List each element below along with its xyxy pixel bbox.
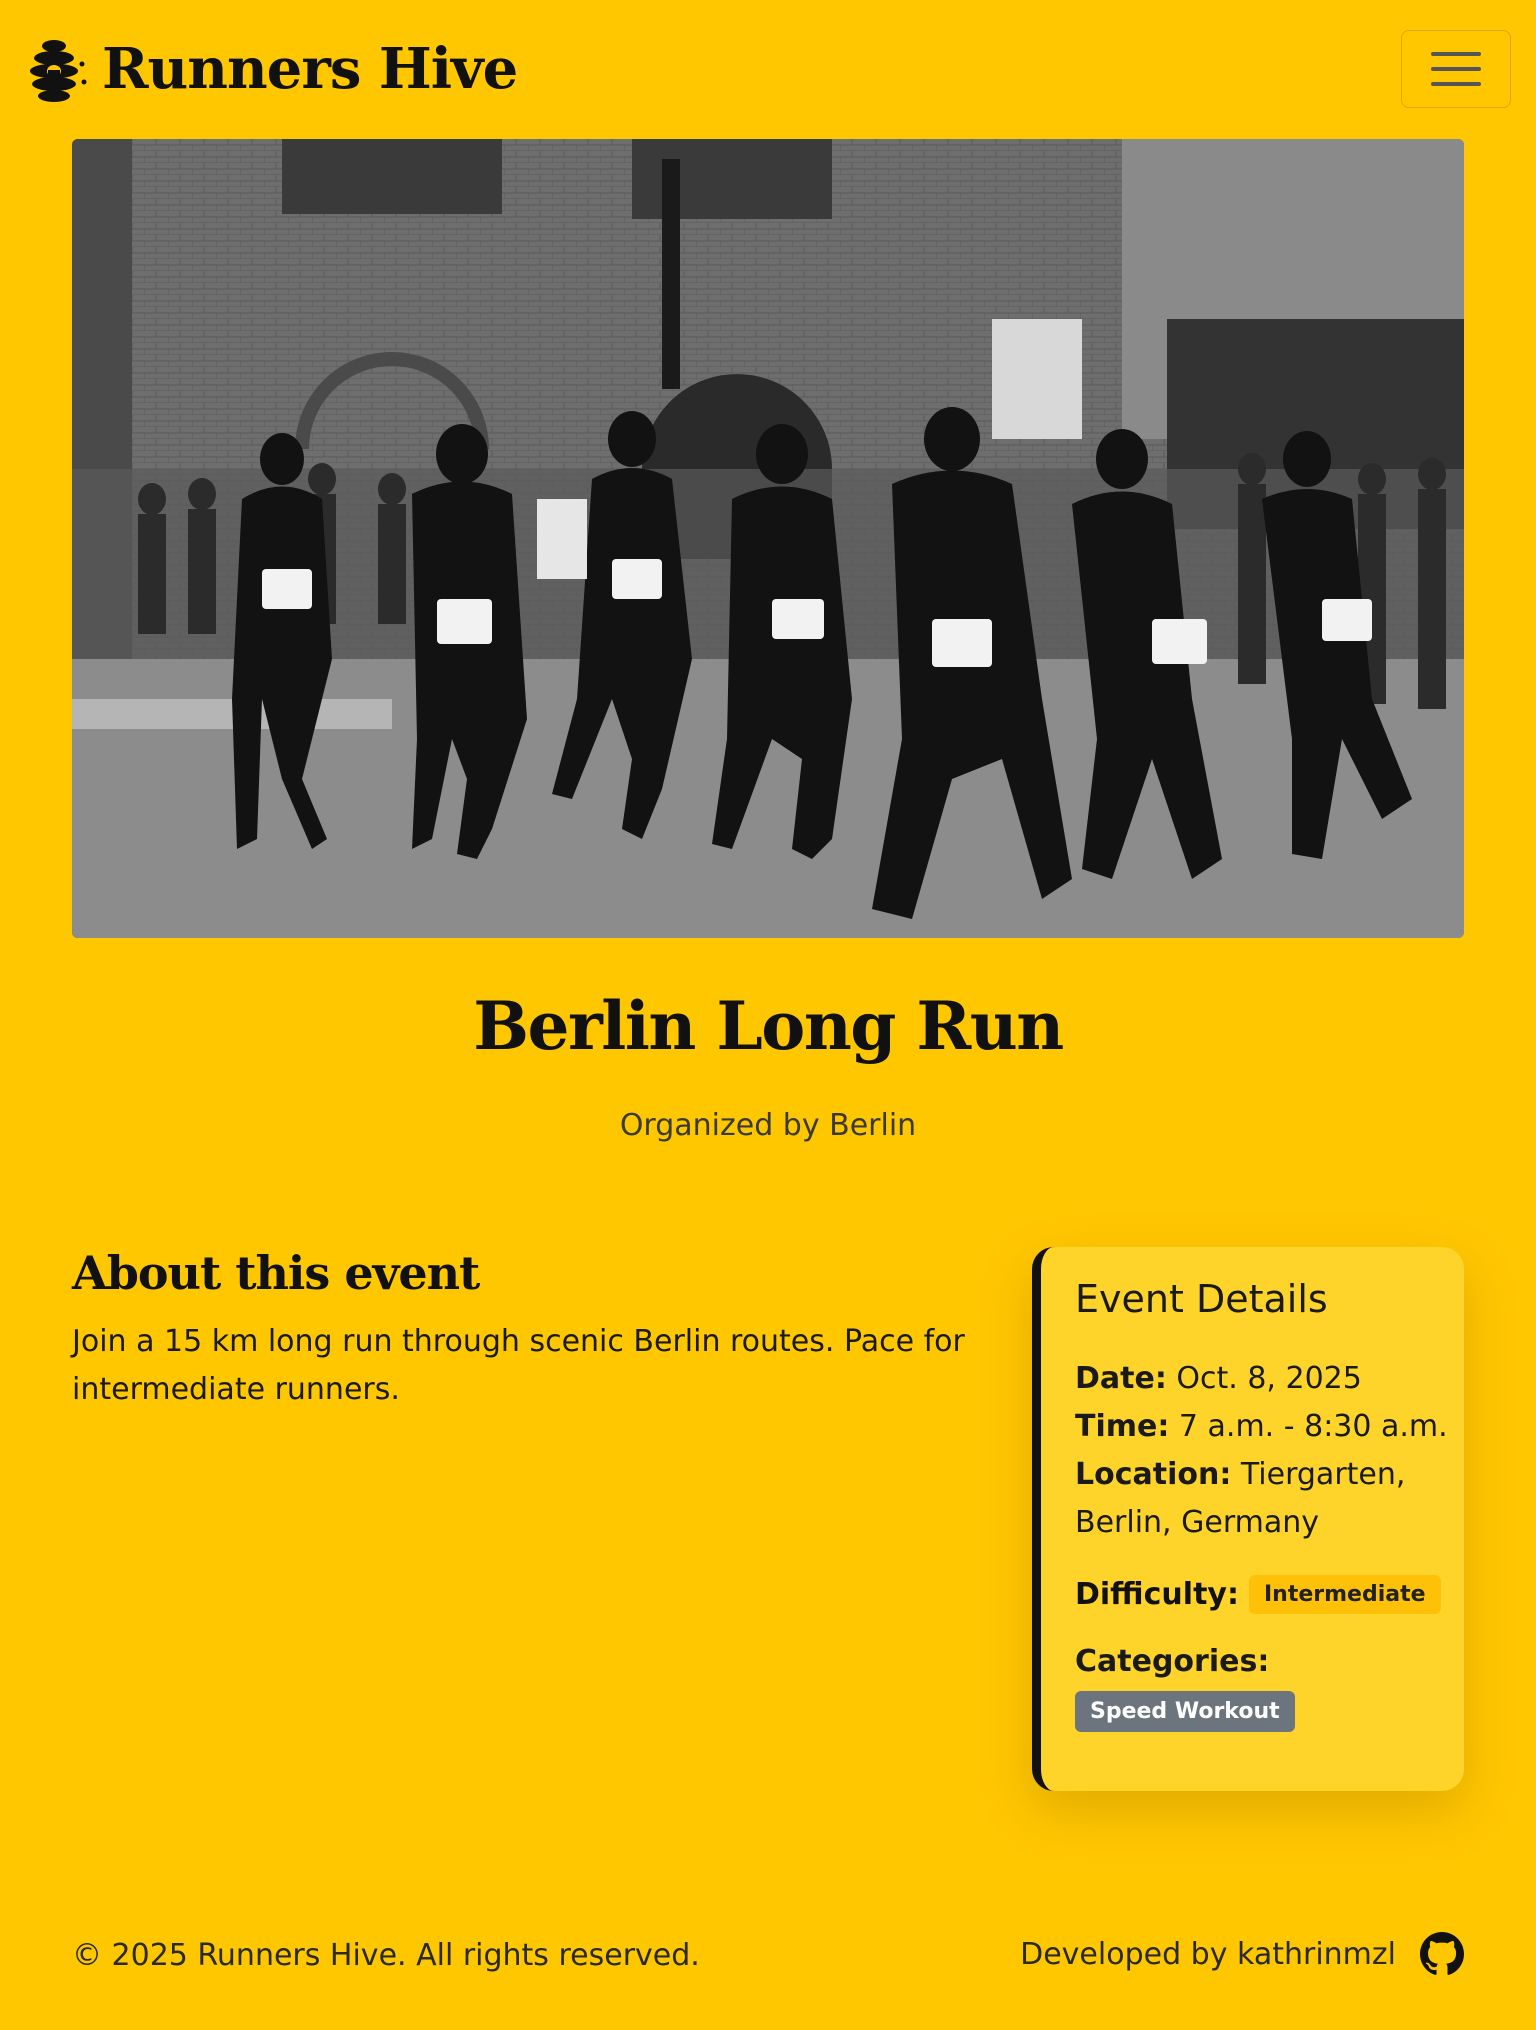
date-label: Date: bbox=[1075, 1361, 1167, 1396]
hamburger-line bbox=[1431, 82, 1481, 86]
github-icon[interactable] bbox=[1420, 1932, 1464, 1976]
difficulty-badge: Intermediate bbox=[1248, 1575, 1441, 1614]
event-organizer: Organized by Berlin bbox=[619, 1108, 917, 1143]
developer-link[interactable]: Developed by kathrinmzl bbox=[1020, 1937, 1396, 1972]
hamburger-line bbox=[1431, 52, 1481, 56]
footer-developer: Developed by kathrinmzl bbox=[1020, 1932, 1464, 1976]
difficulty-row: Difficulty: Intermediate bbox=[1075, 1575, 1464, 1614]
beehive-icon bbox=[30, 40, 87, 102]
categories-label: Categories: bbox=[1075, 1644, 1270, 1679]
copyright-text: © 2025 Runners Hive. All rights reserved… bbox=[72, 1938, 700, 1973]
difficulty-label: Difficulty: bbox=[1075, 1577, 1239, 1612]
event-hero-image bbox=[72, 139, 1464, 938]
time-label: Time: bbox=[1075, 1409, 1170, 1444]
about-text: Join a 15 km long run through scenic Ber… bbox=[72, 1324, 965, 1407]
location-row: Location: Tiergarten, Berlin, Germany bbox=[1075, 1451, 1435, 1547]
runners-photo bbox=[72, 139, 1464, 938]
hamburger-line bbox=[1431, 67, 1481, 71]
date-value: Oct. 8, 2025 bbox=[1176, 1361, 1362, 1396]
location-label: Location: bbox=[1075, 1457, 1232, 1492]
event-details-card: Event Details Date: Oct. 8, 2025 Time: 7… bbox=[1032, 1247, 1464, 1791]
time-row: Time: 7 a.m. - 8:30 a.m. bbox=[1075, 1403, 1464, 1451]
event-details-title: Event Details bbox=[1075, 1277, 1328, 1321]
brand-name: Runners Hive bbox=[102, 36, 518, 102]
about-heading: About this event bbox=[72, 1246, 480, 1300]
event-title: Berlin Long Run bbox=[473, 987, 1064, 1065]
time-value: 7 a.m. - 8:30 a.m. bbox=[1178, 1409, 1448, 1444]
category-badge: Speed Workout bbox=[1075, 1691, 1295, 1732]
date-row: Date: Oct. 8, 2025 bbox=[1075, 1355, 1464, 1403]
brand-link[interactable]: Runners Hive bbox=[24, 34, 518, 104]
hamburger-menu-button[interactable] bbox=[1401, 30, 1511, 108]
navbar: Runners Hive bbox=[0, 0, 1536, 140]
